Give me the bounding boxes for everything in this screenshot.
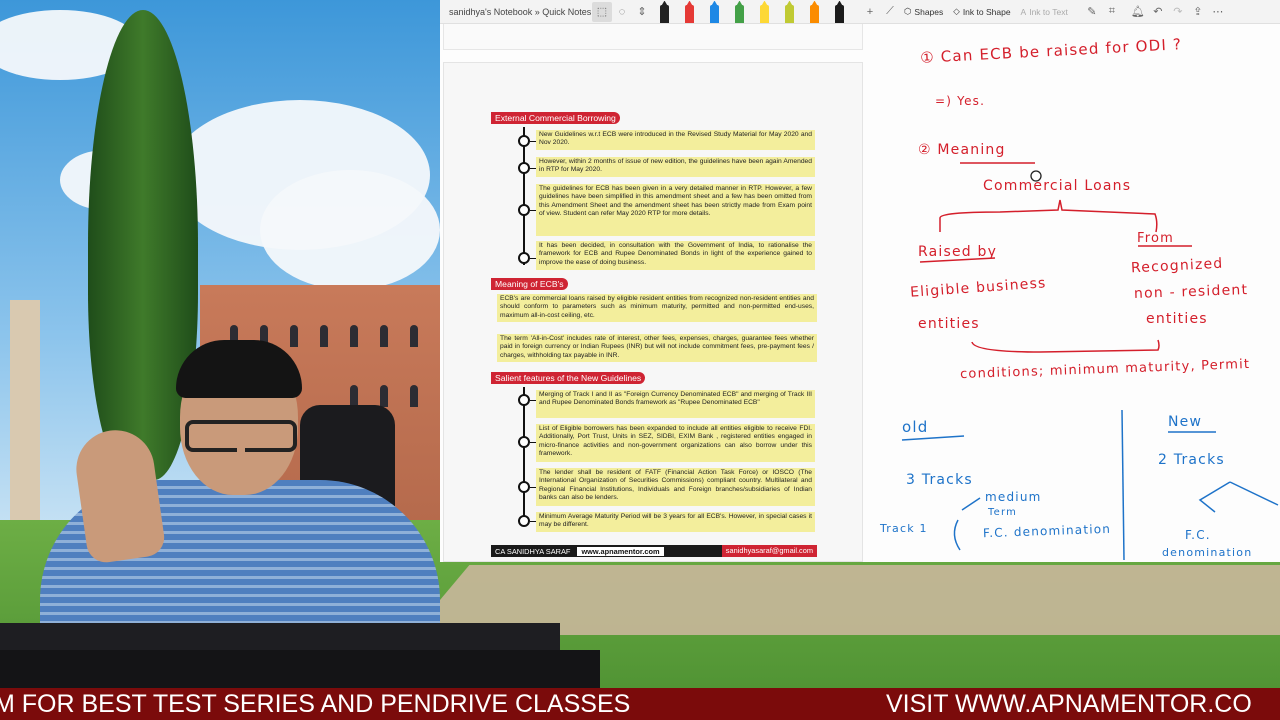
add-space-icon[interactable]: ⇕: [632, 2, 652, 22]
paragraph: ECB's are commercial loans raised by eli…: [497, 294, 817, 322]
note-answer-1: =) Yes.: [935, 94, 986, 108]
share-icon[interactable]: ⇪: [1188, 2, 1208, 22]
footer-website: www.apnamentor.com: [577, 546, 664, 556]
timeline-dot: [518, 481, 536, 493]
more-icon[interactable]: ⋯: [1208, 2, 1228, 22]
note-term: Term: [988, 507, 1018, 518]
timeline-dot: [518, 204, 536, 216]
redo-icon[interactable]: ↷: [1168, 2, 1188, 22]
paragraph: Minimum Average Maturity Period will be …: [536, 512, 815, 532]
presenter-glasses: [185, 420, 297, 456]
previous-page-frame: [443, 24, 863, 50]
draw-toolbar: sanidhya's Notebook » Quick Notes ⬚ ◌ ⇕ …: [440, 0, 1280, 24]
note-raised-by: Raised by: [918, 244, 998, 260]
note-fc-denomination-2: denomination: [1162, 546, 1253, 559]
notes-printout: External Commercial Borrowing New Guidel…: [443, 62, 863, 562]
cloud: [260, 170, 440, 290]
section-heading-salient: Salient features of the New Guidelines: [491, 372, 646, 384]
note-question-2: ② Meaning: [918, 142, 1006, 158]
shapes-button[interactable]: ⬡ Shapes: [904, 6, 943, 17]
note-from: From: [1137, 231, 1175, 246]
ink-to-text-button[interactable]: A Ink to Text: [1021, 7, 1068, 17]
ink-to-text-icon: A: [1020, 6, 1027, 17]
note-fc: F.C.: [1185, 528, 1211, 542]
highlighter-yellow-icon[interactable]: [760, 4, 769, 23]
footer-author: CA SANIDHYA SARAF: [495, 546, 571, 556]
note-new: New: [1168, 414, 1203, 430]
note-commercial-loans: Commercial Loans: [983, 178, 1132, 194]
timeline: [523, 127, 525, 265]
timeline-dot: [518, 515, 536, 527]
ticker-right-text: VISIT WWW.APNAMENTOR.CO: [886, 690, 1252, 718]
lasso-select-icon[interactable]: ⬚: [592, 1, 612, 22]
document-footer: CA SANIDHYA SARAF www.apnamentor.com san…: [491, 545, 817, 557]
pen-dark-icon[interactable]: [835, 4, 844, 23]
note-2-tracks: 2 Tracks: [1158, 452, 1225, 468]
timeline: [523, 387, 525, 525]
paragraph: The term 'All-in-Cost' includes rate of …: [497, 334, 817, 362]
section-heading-meaning: Meaning of ECB's: [491, 278, 568, 290]
note-medium: medium: [985, 490, 1042, 504]
add-pen-icon[interactable]: +: [860, 2, 880, 22]
shapes-icon: ⬡: [904, 6, 912, 16]
highlighter-lime-icon[interactable]: [785, 4, 794, 23]
timeline-dot: [518, 436, 536, 448]
paragraph: New Guidelines w.r.t ECB were introduced…: [536, 130, 815, 150]
paragraph: The lender shall be resident of FATF (Fi…: [536, 468, 815, 506]
note-old: old: [902, 418, 929, 436]
onenote-window: sanidhya's Notebook » Quick Notes ⬚ ◌ ⇕ …: [440, 0, 1280, 562]
pen-red-icon[interactable]: [685, 4, 694, 23]
breadcrumb[interactable]: sanidhya's Notebook » Quick Notes: [440, 7, 592, 17]
clock-tower: [10, 300, 40, 520]
ticker-left-text: M FOR BEST TEST SERIES AND PENDRIVE CLAS…: [0, 690, 631, 718]
desk-front: [0, 650, 600, 690]
paragraph: The guidelines for ECB has been given in…: [536, 184, 815, 236]
math-icon[interactable]: ⌗: [1102, 2, 1122, 22]
timeline-dot: [518, 135, 536, 147]
ruler-icon[interactable]: ⟋: [880, 2, 900, 22]
timeline-dot: [518, 162, 536, 174]
note-entities: entities: [918, 316, 980, 332]
pen-orange-icon[interactable]: [810, 4, 819, 23]
pen-green-icon[interactable]: [735, 4, 744, 23]
paragraph: List of Eligible borrowers has been expa…: [536, 424, 815, 462]
footer-email: sanidhyasaraf@gmail.com: [721, 545, 817, 557]
pen-blue-icon[interactable]: [710, 4, 719, 23]
paragraph: Merging of Track I and II as "Foreign Cu…: [536, 390, 815, 418]
eraser-icon[interactable]: ◌: [612, 2, 632, 22]
timeline-dot: [518, 252, 536, 264]
paragraph: It has been decided, in consultation wit…: [536, 241, 815, 270]
desk: [0, 623, 560, 653]
pen-black-icon[interactable]: [660, 4, 669, 23]
note-3-tracks: 3 Tracks: [906, 472, 973, 488]
section-heading-ecb: External Commercial Borrowing: [491, 112, 620, 124]
timeline-dot: [518, 394, 536, 406]
note-entities-2: entities: [1146, 311, 1208, 327]
pen-palette: [660, 1, 860, 23]
bell-icon[interactable]: 🔔︎: [1128, 2, 1148, 22]
paragraph: However, within 2 months of issue of new…: [536, 157, 815, 177]
pen-edit-icon[interactable]: ✎: [1082, 2, 1102, 22]
ink-to-shape-icon: ◇: [953, 6, 960, 16]
note-track-1: Track 1: [880, 522, 928, 535]
undo-icon[interactable]: ↶: [1148, 2, 1168, 22]
news-ticker: M FOR BEST TEST SERIES AND PENDRIVE CLAS…: [0, 688, 1280, 720]
ink-to-shape-button[interactable]: ◇ Ink to Shape: [953, 6, 1010, 17]
